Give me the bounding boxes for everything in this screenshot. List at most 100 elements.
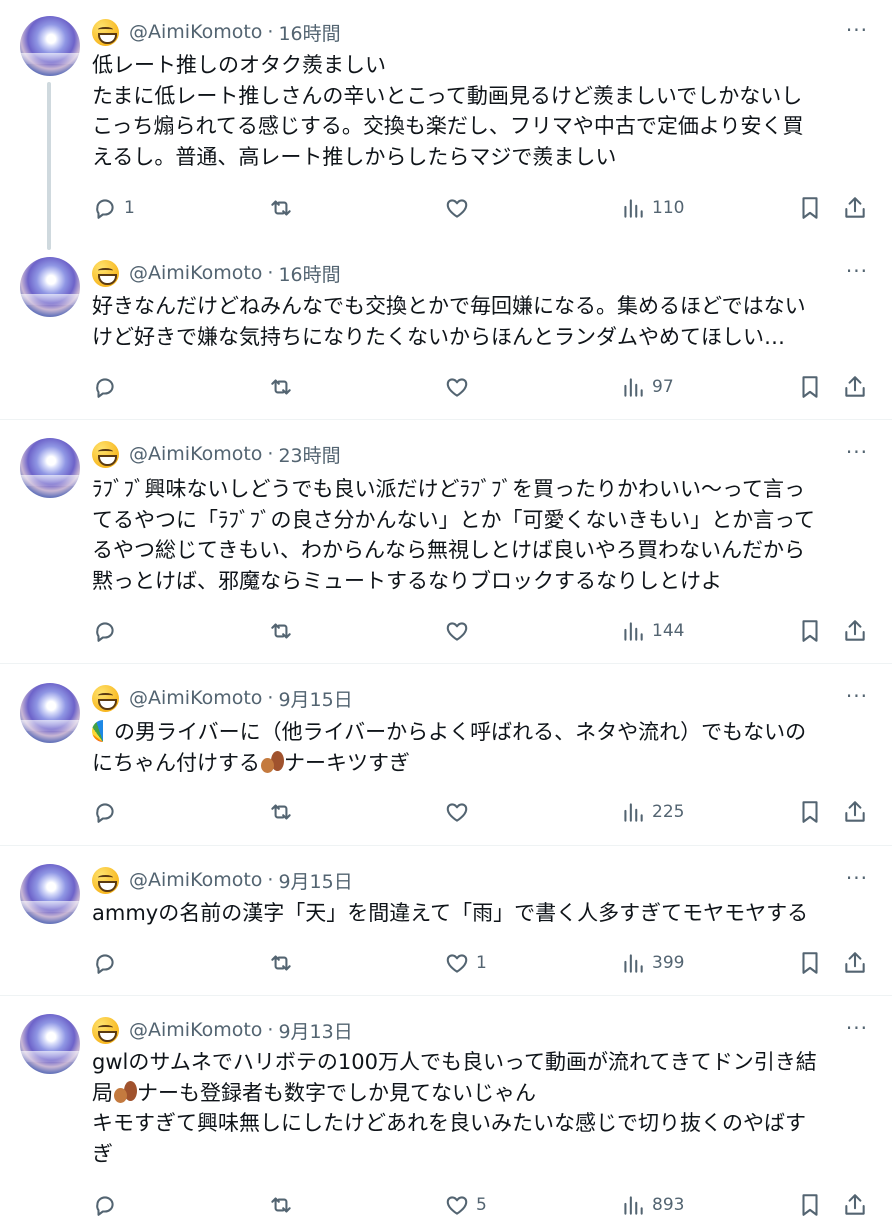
retweet-button[interactable] xyxy=(268,193,300,223)
timestamp[interactable]: 16時間 xyxy=(278,19,340,46)
user-handle[interactable]: @AimiKomoto xyxy=(129,687,262,709)
tweet[interactable]: @AimiKomoto · 16時間 ··· 低レート推しのオタク羨ましい たま… xyxy=(0,0,892,250)
tweet-text-line: てるやつに「ﾗﾌﾞﾌﾞの良さ分かんない」とか「可愛くないきもい」とか言って xyxy=(92,507,816,532)
tweet-header: @AimiKomoto · 23時間 xyxy=(92,437,341,471)
tweet[interactable]: @AimiKomoto · 9月15日 ··· ammyの名前の漢字「天」を間違… xyxy=(0,846,892,996)
timestamp[interactable]: 9月15日 xyxy=(278,685,352,712)
bookmark-button[interactable] xyxy=(797,193,823,223)
tweet-text-line: こっち煽られてる感じする。交換も楽だし、フリマや中古で定価より安く買 xyxy=(92,114,804,138)
avatar[interactable] xyxy=(20,864,80,924)
retweet-button[interactable] xyxy=(268,948,300,978)
grinning-face-emoji-icon xyxy=(92,440,119,468)
timestamp[interactable]: 9月15日 xyxy=(278,867,352,894)
user-handle[interactable]: @AimiKomoto xyxy=(129,443,262,465)
more-options-icon[interactable]: ··· xyxy=(846,1016,868,1040)
share-icon xyxy=(845,376,865,397)
bookmark-button[interactable] xyxy=(797,372,823,402)
views-button[interactable]: 110 xyxy=(620,193,684,223)
reply-button[interactable] xyxy=(92,797,124,827)
reply-button[interactable] xyxy=(92,948,124,978)
more-options-icon[interactable]: ··· xyxy=(846,18,868,42)
user-handle[interactable]: @AimiKomoto xyxy=(129,869,262,891)
share-button[interactable] xyxy=(842,616,868,646)
views-button[interactable]: 225 xyxy=(620,797,684,827)
share-button[interactable] xyxy=(842,797,868,827)
retweet-icon xyxy=(271,200,291,216)
user-handle[interactable]: @AimiKomoto xyxy=(129,21,262,43)
heart-icon xyxy=(446,1196,468,1215)
tweet-text-line: ぎ xyxy=(92,1141,113,1166)
action-bar: 1 399 xyxy=(92,948,882,978)
share-button[interactable] xyxy=(842,1190,868,1220)
timestamp[interactable]: 16時間 xyxy=(278,260,340,287)
action-bar: 1 110 xyxy=(92,193,882,223)
user-handle[interactable]: @AimiKomoto xyxy=(129,1019,262,1041)
share-icon xyxy=(845,801,865,822)
timestamp[interactable]: 9月13日 xyxy=(278,1017,352,1044)
share-button[interactable] xyxy=(842,193,868,223)
share-button[interactable] xyxy=(842,948,868,978)
views-button[interactable]: 893 xyxy=(620,1190,684,1220)
more-options-icon[interactable]: ··· xyxy=(846,259,868,283)
retweet-button[interactable] xyxy=(268,372,300,402)
views-button[interactable]: 97 xyxy=(620,372,674,402)
share-icon xyxy=(845,952,865,973)
view-count: 225 xyxy=(652,802,685,822)
tweet-text-line: にちゃん付けする ナーキツすぎ xyxy=(92,748,872,779)
share-icon xyxy=(845,1194,865,1215)
like-button[interactable] xyxy=(444,372,476,402)
like-button[interactable]: 5 xyxy=(444,1190,487,1220)
avatar[interactable] xyxy=(20,1014,80,1074)
more-options-icon[interactable]: ··· xyxy=(846,866,868,890)
retweet-button[interactable] xyxy=(268,1190,300,1220)
action-bar: 225 xyxy=(92,797,882,827)
tweet-header: @AimiKomoto · 16時間 xyxy=(92,256,341,290)
bookmark-button[interactable] xyxy=(797,948,823,978)
reply-button[interactable] xyxy=(92,1190,124,1220)
share-button[interactable] xyxy=(842,372,868,402)
tweet-header: @AimiKomoto · 9月13日 xyxy=(92,1013,353,1047)
more-options-icon[interactable]: ··· xyxy=(846,440,868,464)
rainbow-emoji-icon xyxy=(92,720,114,742)
retweet-button[interactable] xyxy=(268,797,300,827)
heart-icon xyxy=(446,803,468,822)
tweet[interactable]: @AimiKomoto · 9月13日 ··· gwlのサムネでハリボテの100… xyxy=(0,996,892,1228)
reply-button[interactable]: 1 xyxy=(92,193,135,223)
like-button[interactable] xyxy=(444,616,476,646)
tweet[interactable]: @AimiKomoto · 9月15日 ··· の男ライバーに（他ライバーからよ… xyxy=(0,664,892,846)
more-options-icon[interactable]: ··· xyxy=(846,684,868,708)
avatar[interactable] xyxy=(20,438,80,498)
share-icon xyxy=(845,197,865,218)
tweet-text: ammyの名前の漢字「天」を間違えて「雨」で書く人多すぎてモヤモヤする xyxy=(92,898,872,929)
avatar[interactable] xyxy=(20,683,80,743)
like-button[interactable] xyxy=(444,193,476,223)
user-handle[interactable]: @AimiKomoto xyxy=(129,262,262,284)
heart-icon xyxy=(446,622,468,641)
grinning-face-emoji-icon xyxy=(92,18,119,46)
reply-button[interactable] xyxy=(92,372,124,402)
tweet-header: @AimiKomoto · 16時間 xyxy=(92,15,341,49)
like-button[interactable]: 1 xyxy=(444,948,487,978)
avatar[interactable] xyxy=(20,16,80,76)
views-button[interactable]: 144 xyxy=(620,616,684,646)
bookmark-button[interactable] xyxy=(797,797,823,827)
bookmark-button[interactable] xyxy=(797,1190,823,1220)
action-bar: 97 xyxy=(92,372,882,402)
tweet[interactable]: @AimiKomoto · 23時間 ··· ﾗﾌﾞﾌﾞ興味ないしどうでも良い派… xyxy=(0,420,892,664)
like-count: 1 xyxy=(476,953,487,973)
reply-icon xyxy=(96,199,114,219)
bookmark-button[interactable] xyxy=(797,616,823,646)
timestamp[interactable]: 23時間 xyxy=(278,441,340,468)
like-button[interactable] xyxy=(444,797,476,827)
reply-button[interactable] xyxy=(92,616,124,646)
retweet-button[interactable] xyxy=(268,616,300,646)
tweet-text-line: キモすぎて興味無しにしたけどあれを良いみたいな感じで切り抜くのやばす xyxy=(92,1111,806,1135)
bookmark-icon xyxy=(802,1194,818,1216)
views-button[interactable]: 399 xyxy=(620,948,684,978)
bookmark-icon xyxy=(802,952,818,974)
retweet-icon xyxy=(271,1197,291,1213)
tweet[interactable]: @AimiKomoto · 16時間 ··· 好きなんだけどねみんなでも交換とか… xyxy=(0,250,892,420)
analytics-bar-icon xyxy=(624,954,643,973)
tweet-text-segment: の男ライバーに（他ライバーからよく呼ばれる、ネタや流れ）でもないの xyxy=(114,720,807,744)
avatar[interactable] xyxy=(20,257,80,317)
